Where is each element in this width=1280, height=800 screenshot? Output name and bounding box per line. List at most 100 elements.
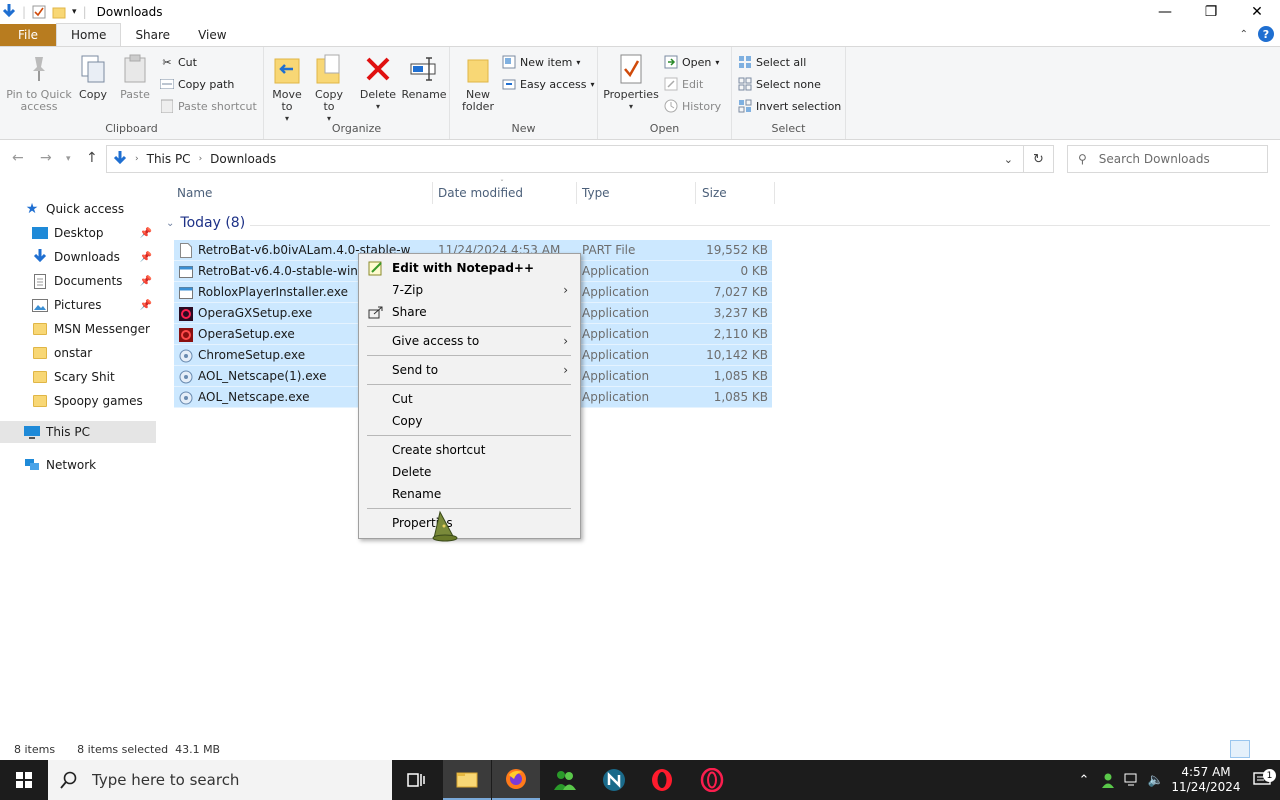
pin-icon: 📌 bbox=[139, 299, 152, 311]
menu-7zip[interactable]: 7-Zip › bbox=[359, 279, 580, 301]
task-view-button[interactable] bbox=[392, 760, 440, 800]
help-icon[interactable]: ? bbox=[1258, 26, 1274, 42]
column-date-modified[interactable]: Date modified bbox=[438, 180, 523, 206]
nav-scary-shit[interactable]: Scary Shit bbox=[32, 366, 156, 388]
details-view-button[interactable] bbox=[1230, 740, 1250, 758]
taskbar-opera[interactable] bbox=[638, 760, 686, 800]
downloads-icon bbox=[32, 249, 48, 264]
menu-send-to[interactable]: Send to › bbox=[359, 359, 580, 381]
column-size[interactable]: Size bbox=[702, 180, 727, 206]
up-arrow-icon[interactable]: ↑ bbox=[86, 150, 98, 166]
taskbar-search[interactable] bbox=[48, 760, 392, 800]
copy-button[interactable]: Copy bbox=[76, 53, 110, 101]
group-header-today[interactable]: ⌄ Today (8) bbox=[166, 215, 245, 231]
paste-shortcut-button[interactable]: Paste shortcut bbox=[160, 99, 257, 113]
ribbon-tabs: File Home Share View bbox=[0, 23, 1280, 46]
nav-spoopy-games[interactable]: Spoopy games bbox=[32, 390, 156, 412]
tab-home[interactable]: Home bbox=[56, 23, 122, 46]
network-status-icon[interactable] bbox=[1120, 773, 1144, 787]
address-dropdown-icon[interactable]: ⌄ bbox=[1004, 153, 1013, 166]
history-button[interactable]: History bbox=[664, 99, 721, 113]
nav-this-pc[interactable]: This PC bbox=[0, 421, 156, 443]
menu-give-access[interactable]: Give access to › bbox=[359, 330, 580, 352]
firefox-icon bbox=[506, 769, 526, 789]
taskbar-firefox[interactable] bbox=[492, 760, 540, 800]
menu-cut[interactable]: Cut bbox=[359, 388, 580, 410]
easy-access-button[interactable]: Easy access ▾ bbox=[502, 77, 595, 91]
copy-path-button[interactable]: Copy path bbox=[160, 77, 234, 91]
new-item-button[interactable]: New item ▾ bbox=[502, 55, 580, 69]
refresh-icon: ↻ bbox=[1033, 151, 1044, 167]
nav-quick-access[interactable]: ★ Quick access bbox=[24, 198, 156, 220]
volume-icon[interactable]: 🔈 bbox=[1144, 773, 1168, 788]
minimize-button[interactable]: — bbox=[1142, 0, 1188, 24]
taskbar-msn-messenger[interactable] bbox=[541, 760, 589, 800]
taskbar-clock[interactable]: 4:57 AM 11/24/2024 bbox=[1168, 765, 1244, 795]
taskbar: ⌃ 🔈 4:57 AM 11/24/2024 1 bbox=[0, 760, 1280, 800]
breadcrumb-this-pc[interactable]: This PC bbox=[147, 152, 191, 166]
large-icons-view-button[interactable] bbox=[1252, 740, 1272, 758]
menu-share[interactable]: Share bbox=[359, 301, 580, 323]
pin-icon bbox=[24, 53, 54, 85]
refresh-button[interactable]: ↻ bbox=[1024, 145, 1054, 173]
paste-button[interactable]: Paste bbox=[118, 53, 152, 101]
nav-documents[interactable]: Documents 📌 bbox=[32, 270, 156, 292]
pin-quick-access-button[interactable]: Pin to Quick access bbox=[6, 53, 72, 113]
invert-selection-button[interactable]: Invert selection bbox=[738, 99, 841, 113]
taskbar-opera-gx[interactable] bbox=[688, 760, 736, 800]
menu-edit-notepad[interactable]: Edit with Notepad++ bbox=[359, 257, 580, 279]
breadcrumb-downloads[interactable]: Downloads bbox=[210, 152, 276, 166]
open-button[interactable]: Open ▾ bbox=[664, 55, 719, 69]
tab-view[interactable]: View bbox=[184, 24, 240, 46]
taskbar-search-input[interactable] bbox=[92, 771, 352, 789]
restore-button[interactable]: ❐ bbox=[1188, 0, 1234, 24]
menu-delete[interactable]: Delete bbox=[359, 461, 580, 483]
delete-button[interactable]: Delete ▾ bbox=[360, 53, 396, 113]
new-folder-icon[interactable] bbox=[52, 5, 66, 19]
close-button[interactable]: ✕ bbox=[1234, 0, 1280, 24]
view-toggle bbox=[1230, 740, 1272, 758]
search-input[interactable] bbox=[1098, 152, 1249, 166]
back-arrow-icon[interactable]: ← bbox=[12, 150, 24, 166]
invert-selection-icon bbox=[738, 99, 752, 113]
select-all-button[interactable]: Select all bbox=[738, 55, 806, 69]
ribbon-collapse-icon[interactable]: ⌃ bbox=[1240, 29, 1248, 40]
new-folder-button[interactable]: New folder bbox=[460, 53, 496, 113]
nav-desktop[interactable]: Desktop 📌 bbox=[32, 222, 156, 244]
nav-onstar[interactable]: onstar bbox=[32, 342, 156, 364]
forward-arrow-icon[interactable]: → bbox=[40, 150, 52, 166]
nav-pictures[interactable]: Pictures 📌 bbox=[32, 294, 156, 316]
nav-network[interactable]: Network bbox=[24, 454, 156, 476]
taskbar-file-explorer[interactable] bbox=[443, 760, 491, 800]
rename-button[interactable]: Rename bbox=[401, 53, 447, 101]
taskbar-netscape[interactable] bbox=[590, 760, 638, 800]
clock-date: 11/24/2024 bbox=[1171, 780, 1241, 794]
menu-properties[interactable]: Properties bbox=[359, 512, 580, 534]
cut-button[interactable]: ✂ Cut bbox=[160, 55, 197, 69]
qat-dropdown-icon[interactable]: ▾ bbox=[72, 7, 77, 17]
action-center-button[interactable]: 1 bbox=[1244, 769, 1280, 788]
show-hidden-icons-icon[interactable]: ⌃ bbox=[1072, 773, 1096, 788]
start-button[interactable] bbox=[0, 760, 48, 800]
contacts-icon[interactable] bbox=[1096, 772, 1120, 788]
copy-to-button[interactable]: Copy to ▾ bbox=[312, 53, 346, 125]
edit-button[interactable]: Edit bbox=[664, 77, 703, 91]
menu-create-shortcut[interactable]: Create shortcut bbox=[359, 439, 580, 461]
menu-copy[interactable]: Copy bbox=[359, 410, 580, 432]
properties-button[interactable]: Properties ▾ bbox=[603, 53, 659, 113]
search-box[interactable]: ⚲ bbox=[1067, 145, 1268, 173]
nav-msn-messenger[interactable]: MSN Messenger bbox=[32, 318, 156, 340]
properties-check-icon[interactable] bbox=[32, 5, 46, 19]
select-none-button[interactable]: Select none bbox=[738, 77, 821, 91]
recent-locations-icon[interactable]: ▾ bbox=[66, 154, 71, 164]
tab-file[interactable]: File bbox=[0, 24, 56, 46]
address-bar[interactable]: › This PC › Downloads ⌄ bbox=[106, 145, 1024, 173]
menu-rename[interactable]: Rename bbox=[359, 483, 580, 505]
computer-icon bbox=[24, 425, 40, 439]
nav-downloads[interactable]: Downloads 📌 bbox=[32, 246, 156, 268]
move-to-button[interactable]: Move to ▾ bbox=[270, 53, 304, 125]
downloads-arrow-icon[interactable] bbox=[2, 4, 16, 20]
column-type[interactable]: Type bbox=[582, 180, 610, 206]
column-name[interactable]: Name bbox=[177, 180, 212, 206]
tab-share[interactable]: Share bbox=[121, 24, 184, 46]
